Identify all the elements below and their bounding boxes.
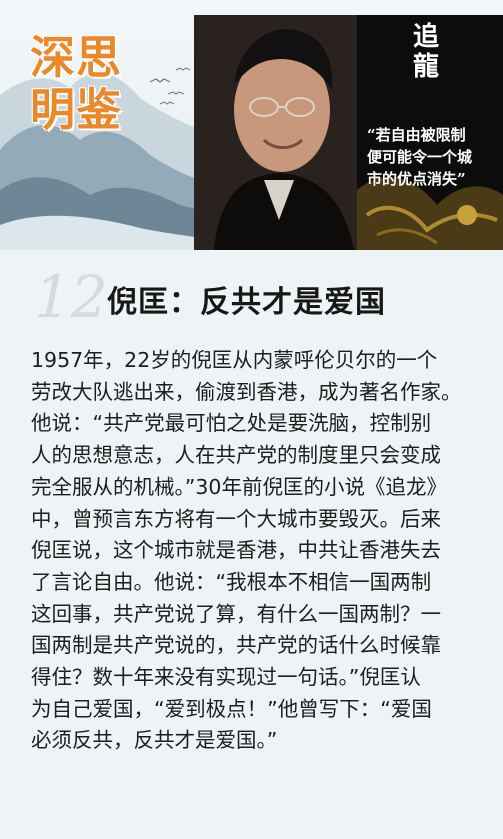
body-line: 1957年，22岁的倪匡从内蒙呼伦贝尔的一个 — [31, 348, 438, 372]
book-quote: “若自由被限制 便可能令一个城 市的优点消失” — [367, 126, 473, 188]
article-body: 1957年，22岁的倪匡从内蒙呼伦贝尔的一个 劳改大队逃出来，偷渡到香港，成为著… — [31, 345, 481, 757]
portrait-illustration — [194, 15, 364, 250]
body-line: 必须反共，反共才是爱国。” — [31, 728, 278, 753]
body-line: 国两制是共产党说的，共产党的话什么时候靠 — [31, 633, 441, 658]
header-banner: 深思 明鉴 追 龍 “若自由被限制 便可能令一个城 市的优点消失” — [0, 0, 503, 250]
body-line: 劳改大队逃出来，偷渡到香港，成为著名作家。 — [31, 379, 462, 404]
article-number: 12 — [34, 263, 108, 331]
book-title: 追 龍 — [412, 22, 439, 82]
body-line: 倪匡说，这个城市就是香港，中共让香港失去 — [31, 538, 441, 563]
series-title: 深思 明鉴 — [30, 31, 123, 136]
body-line: 为自己爱国，“爱到极点！”他曾写下：“爱国 — [31, 696, 432, 721]
body-line: 人的思想意志，人在共产党的制度里只会变成 — [31, 443, 441, 468]
body-line: 得住？数十年来没有实现过一句话。”倪匡认 — [31, 665, 421, 690]
body-line: 他说：“共产党最可怕之处是要洗脑，控制别 — [31, 411, 432, 436]
body-line: 完全服从的机械。”30年前倪匡的小说《追龙》 — [31, 474, 447, 499]
body-line: 这回事，共产党说了算，有什么一国两制？一 — [31, 601, 441, 626]
portrait-photo — [194, 15, 364, 250]
article-card: 深思 明鉴 追 龍 “若自由被限制 便可能令一个城 市的优点消失” 12 倪匡：… — [0, 0, 503, 839]
body-line: 中，曾预言东方将有一个大城市要毁灭。后来 — [31, 506, 441, 531]
body-line: 了言论自由。他说：“我根本不相信一国两制 — [31, 569, 432, 594]
article-title: 倪匡：反共才是爱国 — [107, 285, 386, 320]
